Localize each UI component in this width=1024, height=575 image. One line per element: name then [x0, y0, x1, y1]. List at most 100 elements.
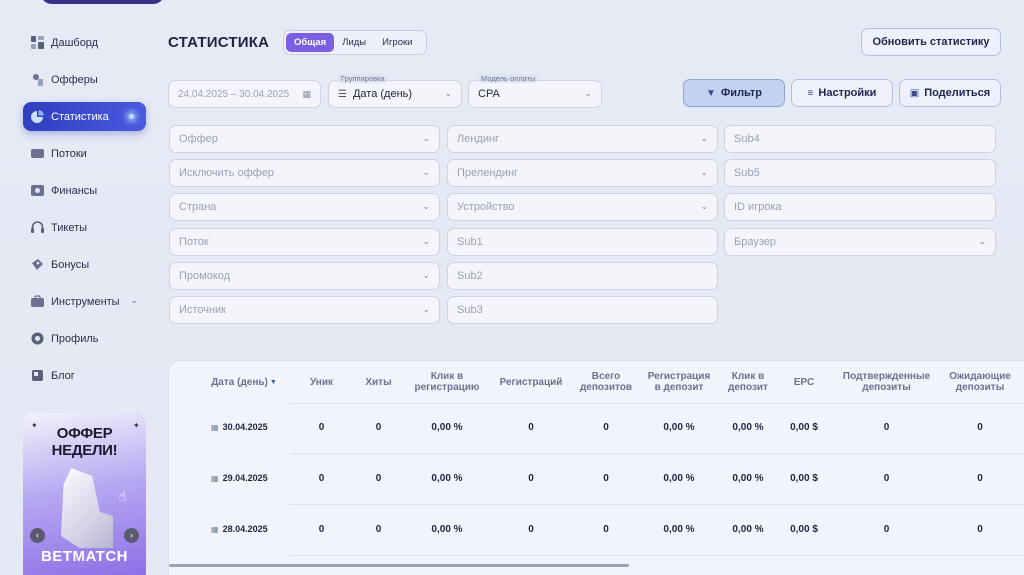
- payment-value: CPA: [478, 88, 500, 100]
- row-divider: [289, 403, 1024, 404]
- col-header-regs[interactable]: Регистраций: [492, 361, 570, 403]
- sidebar-item-finance[interactable]: Финансы: [23, 176, 146, 205]
- sub5-input[interactable]: Sub5: [724, 159, 996, 187]
- promo-brand: BETMATCH: [40, 548, 129, 565]
- col-header-pending[interactable]: Ожидающие депозиты: [941, 361, 1019, 403]
- cell-click-dep: 0,00 %: [732, 421, 764, 433]
- sidebar-item-label: Дашборд: [51, 36, 99, 49]
- cell-regs: 0: [528, 421, 534, 433]
- sub1-input[interactable]: Sub1: [447, 228, 718, 256]
- prelanding-select[interactable]: Прелендинг ⌄: [447, 159, 718, 187]
- country-select[interactable]: Страна ⌄: [169, 193, 440, 221]
- cell-deposits: 0: [603, 472, 609, 484]
- flow-select[interactable]: Поток ⌄: [169, 228, 440, 256]
- flows-icon: [31, 147, 44, 160]
- cell-click-reg: 0,00 %: [431, 421, 463, 433]
- col-header-deposits[interactable]: Всего депозитов: [571, 361, 641, 403]
- grouping-value: Дата (день): [352, 88, 413, 100]
- filter-label: Фильтр: [720, 87, 762, 99]
- share-button[interactable]: ▣ Поделиться: [899, 79, 1001, 107]
- col-header-line: Подтвержденные: [842, 371, 931, 382]
- offer-of-week-banner[interactable]: ✦ ✦ ОФФЕР НЕДЕЛИ! ☝ ‹ › BETMATCH: [23, 413, 146, 575]
- col-header-hits[interactable]: Хиты: [351, 361, 406, 403]
- col-header-click-reg[interactable]: Клик в регистрацию: [407, 361, 487, 403]
- browser-select[interactable]: Браузер ⌄: [724, 228, 996, 256]
- sidebar-item-bonuses[interactable]: Бонусы: [23, 250, 146, 279]
- tab-players[interactable]: Игроки: [374, 33, 420, 52]
- col-header-label: Дата (день): [211, 376, 268, 388]
- profile-icon: [31, 332, 44, 345]
- stats-tabs: Общая Лиды Игроки: [283, 30, 427, 55]
- player-id-placeholder: ID игрока: [734, 201, 782, 213]
- cell-click-reg: 0,00 %: [431, 472, 463, 484]
- sidebar-item-profile[interactable]: Профиль: [23, 324, 146, 353]
- chevron-down-icon[interactable]: ⌄: [130, 295, 138, 306]
- sidebar-item-label: Статистика: [51, 110, 109, 123]
- promocode-select[interactable]: Промокод ⌄: [169, 262, 440, 290]
- sidebar-item-tools[interactable]: Инструменты ⌄: [23, 287, 146, 316]
- col-header-reg-dep[interactable]: Регистрация в депозит: [641, 361, 717, 403]
- sidebar-item-statistics[interactable]: Статистика: [23, 102, 146, 131]
- cell-regs: 0: [528, 472, 534, 484]
- sidebar-item-flows[interactable]: Потоки: [23, 139, 146, 168]
- settings-button[interactable]: ≡ Настройки: [791, 79, 893, 107]
- tab-leads[interactable]: Лиды: [334, 33, 374, 52]
- sidebar-item-offers[interactable]: Офферы: [23, 65, 146, 94]
- share-icon: ▣: [909, 87, 920, 99]
- device-select[interactable]: Устройство ⌄: [447, 193, 718, 221]
- sub1-placeholder: Sub1: [457, 236, 483, 248]
- col-header-confirmed[interactable]: Подтвержденные депозиты: [834, 361, 939, 403]
- sub2-input[interactable]: Sub2: [447, 262, 718, 290]
- exclude-offer-select[interactable]: Исключить оффер ⌄: [169, 159, 440, 187]
- payment-model-select[interactable]: Модель оплаты CPA ⌄: [468, 74, 602, 108]
- sidebar-item-blog[interactable]: Блог: [23, 361, 146, 390]
- tools-icon: [31, 295, 44, 308]
- col-header-line: Регистрация: [647, 371, 711, 382]
- chevron-down-icon: ⌄: [584, 88, 592, 98]
- cell-epc: 0,00 $: [790, 421, 818, 433]
- chevron-left-icon[interactable]: ‹: [30, 528, 45, 543]
- offer-select[interactable]: Оффер ⌄: [169, 125, 440, 153]
- col-header-line: Клик в: [731, 371, 765, 382]
- sliders-icon: ≡: [807, 87, 814, 99]
- tab-general[interactable]: Общая: [286, 33, 335, 52]
- date-range-picker[interactable]: 24.04.2025 – 30.04.2025 ▦: [168, 80, 321, 108]
- landing-select[interactable]: Лендинг ⌄: [447, 125, 718, 153]
- offers-icon: [31, 73, 44, 86]
- sub3-input[interactable]: Sub3: [447, 296, 718, 324]
- refresh-stats-button[interactable]: Обновить статистику: [861, 28, 1001, 56]
- sub2-placeholder: Sub2: [457, 270, 483, 282]
- col-header-epc[interactable]: EPC: [779, 361, 829, 403]
- chevron-right-icon[interactable]: ›: [124, 528, 139, 543]
- col-header-uniq[interactable]: Уник: [294, 361, 349, 403]
- sidebar-item-tickets[interactable]: Тикеты: [23, 213, 146, 242]
- page-title: СТАТИСТИКА: [168, 34, 270, 51]
- col-header-click-dep[interactable]: Клик в депозит: [717, 361, 779, 403]
- sidebar-item-label: Потоки: [51, 147, 87, 160]
- col-header-line: депозит: [728, 382, 768, 393]
- filter-button[interactable]: ▼ Фильтр: [683, 79, 785, 107]
- chevron-down-icon: ⌄: [700, 133, 708, 143]
- pointer-hand-icon: ☝: [118, 488, 127, 504]
- browser-placeholder: Браузер: [734, 236, 776, 248]
- date-range-value: 24.04.2025 – 30.04.2025: [178, 88, 290, 100]
- cell-confirmed: 0: [883, 421, 890, 433]
- share-label: Поделиться: [924, 87, 991, 99]
- cell-date: ▦ 29.04.2025: [211, 471, 291, 485]
- cell-deposits: 0: [603, 421, 609, 433]
- cell-hits: 0: [375, 472, 382, 484]
- sub4-input[interactable]: Sub4: [724, 125, 996, 153]
- sub3-placeholder: Sub3: [457, 304, 483, 316]
- promo-3d-figure: [61, 468, 113, 548]
- col-header-line: депозитов: [579, 382, 633, 393]
- player-id-input[interactable]: ID игрока: [724, 193, 996, 221]
- calendar-icon: ▦: [302, 89, 311, 99]
- promocode-placeholder: Промокод: [179, 270, 231, 282]
- chevron-down-icon: ⌄: [422, 236, 430, 246]
- horizontal-scrollbar[interactable]: [169, 564, 629, 567]
- calendar-icon: ▦: [211, 422, 219, 432]
- source-select[interactable]: Источник ⌄: [169, 296, 440, 324]
- sidebar-item-dashboard[interactable]: Дашборд: [23, 28, 146, 57]
- col-header-date[interactable]: Дата (день) ▼: [189, 361, 299, 403]
- grouping-select[interactable]: Группировка ☰ Дата (день) ⌄: [328, 74, 462, 108]
